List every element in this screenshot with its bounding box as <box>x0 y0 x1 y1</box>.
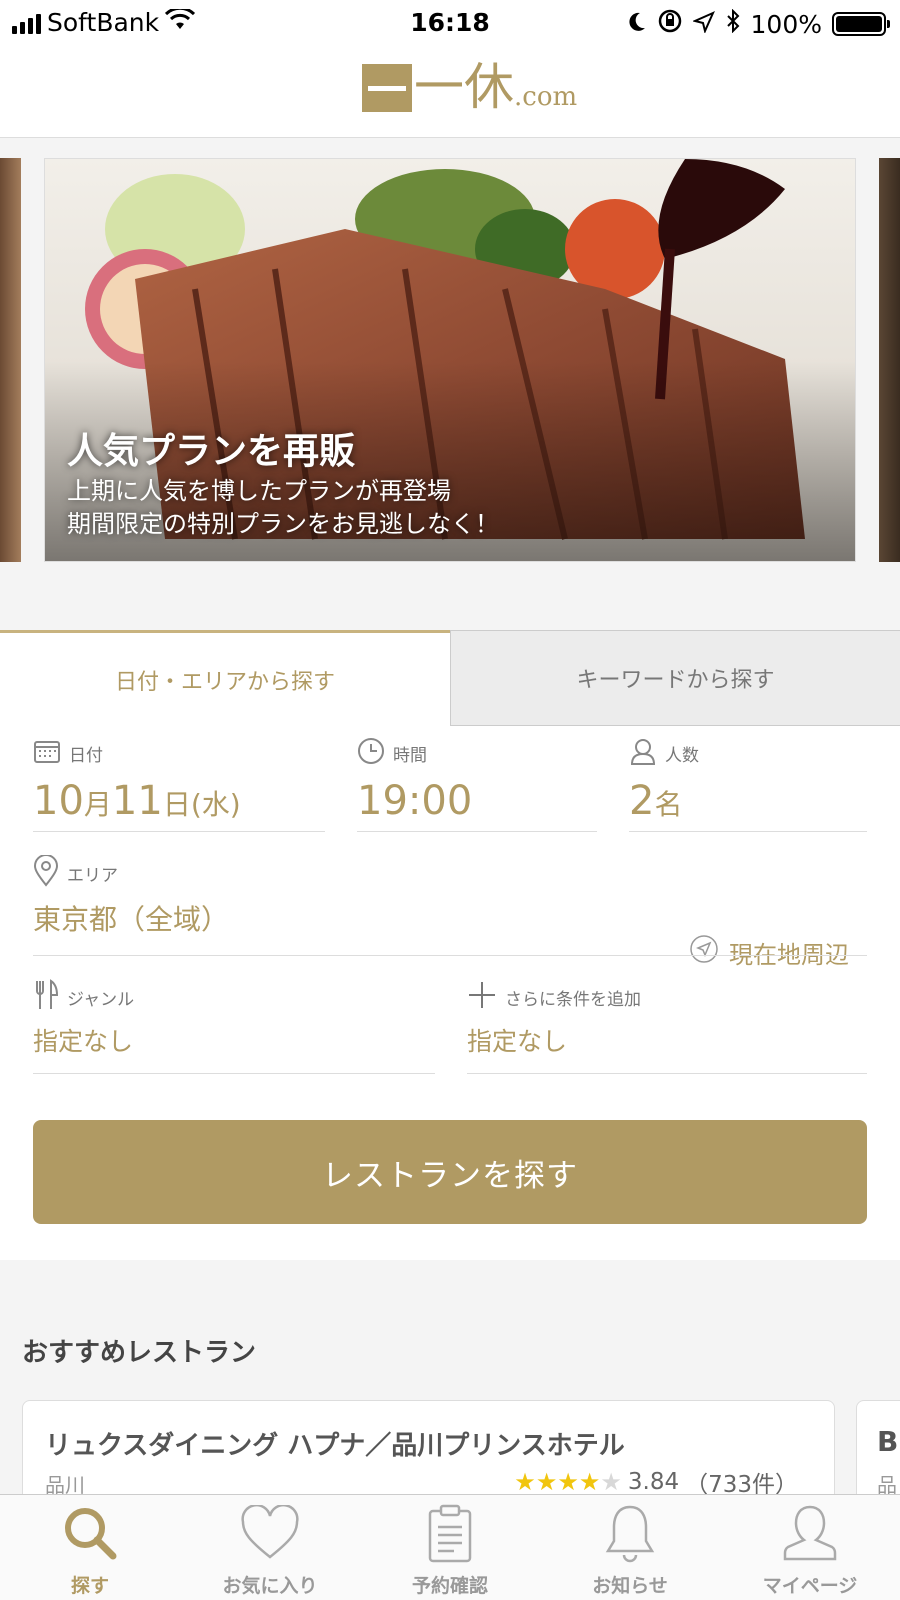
banner-carousel[interactable]: 人気プランを再販 上期に人気を博したプランが再登場 期間限定の特別プランをお見逃… <box>0 138 900 630</box>
banner-subtitle-1: 上期に人気を博したプランが再登場 <box>67 477 451 505</box>
tab-keyword[interactable]: キーワードから探す <box>450 630 900 726</box>
tab-notifications[interactable]: お知らせ <box>540 1495 720 1600</box>
more-conditions-label: さらに条件を追加 <box>505 989 641 1010</box>
tab-reservations-label: 予約確認 <box>411 1575 488 1597</box>
person-icon <box>629 737 657 770</box>
tab-mypage-label: マイページ <box>762 1575 858 1597</box>
bluetooth-icon <box>725 8 741 39</box>
bottom-tab-bar: 探す お気に入り 予約確認 お知らせ マイページ <box>0 1494 900 1600</box>
divider <box>33 955 867 956</box>
logo-mark <box>362 64 412 112</box>
divider <box>33 831 325 832</box>
recommended-title: おすすめレストラン <box>22 1338 257 1368</box>
navigation-icon <box>689 934 719 970</box>
people-count: 2 <box>629 778 655 824</box>
time-label: 時間 <box>393 745 427 766</box>
map-pin-icon <box>33 853 59 892</box>
people-value: 2名 <box>629 778 867 824</box>
restaurant-name: リュクスダイニング ハプナ／品川プリンスホテル <box>45 1431 625 1461</box>
people-field[interactable]: 人数 2名 <box>629 736 867 832</box>
time-value: 19:00 <box>357 778 473 824</box>
rating-stars: ★★★★★ <box>514 1468 622 1496</box>
cutlery-icon <box>33 978 59 1016</box>
battery-percent: 100% <box>750 9 822 39</box>
star-icon: ★ <box>557 1468 579 1496</box>
tab-reservations[interactable]: 予約確認 <box>360 1495 540 1600</box>
people-label: 人数 <box>665 745 699 766</box>
logo-kanji: 一休 <box>414 58 514 116</box>
area-value: 東京都（全域） <box>33 903 230 936</box>
clock-icon <box>357 737 385 770</box>
banner-title: 人気プランを再販 <box>67 431 356 472</box>
date-value: 10月11日(水) <box>33 778 325 824</box>
search-form: 日付 10月11日(水) 時間 19:00 人数 2名 エリア 東京都（全域） … <box>0 726 900 1260</box>
tab-notifications-label: お知らせ <box>592 1575 668 1597</box>
moon-icon <box>627 10 647 39</box>
plus-icon <box>467 980 497 1015</box>
time-value-wrap: 19:00 <box>357 778 597 824</box>
logo-suffix: .com <box>514 82 578 112</box>
star-icon: ★ <box>600 1468 622 1496</box>
user-icon <box>778 1501 842 1565</box>
banner-prev-peek[interactable] <box>0 158 21 562</box>
genre-value: 指定なし <box>33 1027 134 1056</box>
banner-slide[interactable]: 人気プランを再販 上期に人気を博したプランが再登場 期間限定の特別プランをお見逃… <box>44 158 856 562</box>
genre-field[interactable]: ジャンル 指定なし <box>33 978 435 1074</box>
date-day-unit: 日 <box>162 788 191 821</box>
ikyu-logo[interactable]: 一休 .com <box>362 62 577 112</box>
date-field[interactable]: 日付 10月11日(水) <box>33 736 325 832</box>
date-weekday: (水) <box>190 788 241 821</box>
divider <box>33 1073 435 1074</box>
rating-score: 3.84 <box>627 1469 680 1495</box>
star-icon: ★ <box>578 1468 601 1496</box>
nearby-label: 現在地周辺 <box>729 940 849 969</box>
more-conditions-value: 指定なし <box>467 1027 568 1056</box>
clipboard-icon <box>418 1501 482 1565</box>
date-label: 日付 <box>69 745 103 766</box>
rotation-lock-icon <box>657 8 683 40</box>
location-icon <box>691 10 715 39</box>
nearby-button[interactable]: 現在地周辺 <box>689 934 849 970</box>
date-day: 11 <box>111 778 163 824</box>
bell-icon <box>598 1501 662 1565</box>
more-conditions-field[interactable]: さらに条件を追加 指定なし <box>467 980 867 1074</box>
calendar-icon <box>33 738 61 769</box>
search-restaurant-button[interactable]: レストランを探す <box>33 1120 867 1224</box>
star-icon: ★ <box>535 1468 558 1496</box>
divider <box>629 831 867 832</box>
tab-favorites[interactable]: お気に入り <box>180 1495 360 1600</box>
app-header: 一休 .com <box>0 46 900 138</box>
divider <box>357 831 597 832</box>
tab-date-area[interactable]: 日付・エリアから探す <box>0 630 450 726</box>
divider <box>467 1073 867 1074</box>
restaurant-name-next: B <box>877 1425 899 1458</box>
search-mode-tabs: 日付・エリアから探す キーワードから探す <box>0 630 900 726</box>
tab-favorites-label: お気に入り <box>222 1575 318 1597</box>
people-unit: 名 <box>654 788 683 821</box>
date-month-unit: 月 <box>83 788 112 821</box>
tab-mypage[interactable]: マイページ <box>720 1495 900 1600</box>
date-month: 10 <box>33 778 84 824</box>
star-icon: ★ <box>514 1468 536 1496</box>
battery-icon <box>832 12 890 36</box>
area-field[interactable]: エリア 東京都（全域） 現在地周辺 <box>33 853 867 969</box>
heart-icon <box>238 1501 302 1565</box>
time-field[interactable]: 時間 19:00 <box>357 736 597 832</box>
genre-label: ジャンル <box>67 989 135 1010</box>
area-label: エリア <box>67 865 118 886</box>
search-icon <box>58 1501 122 1565</box>
banner-subtitle-2: 期間限定の特別プランをお見逃しなく！ <box>67 510 499 538</box>
status-bar: SoftBank 16:18 100% <box>0 0 900 46</box>
tab-search-label: 探す <box>70 1575 109 1597</box>
banner-next-peek[interactable] <box>879 158 900 562</box>
tab-search[interactable]: 探す <box>0 1495 180 1600</box>
